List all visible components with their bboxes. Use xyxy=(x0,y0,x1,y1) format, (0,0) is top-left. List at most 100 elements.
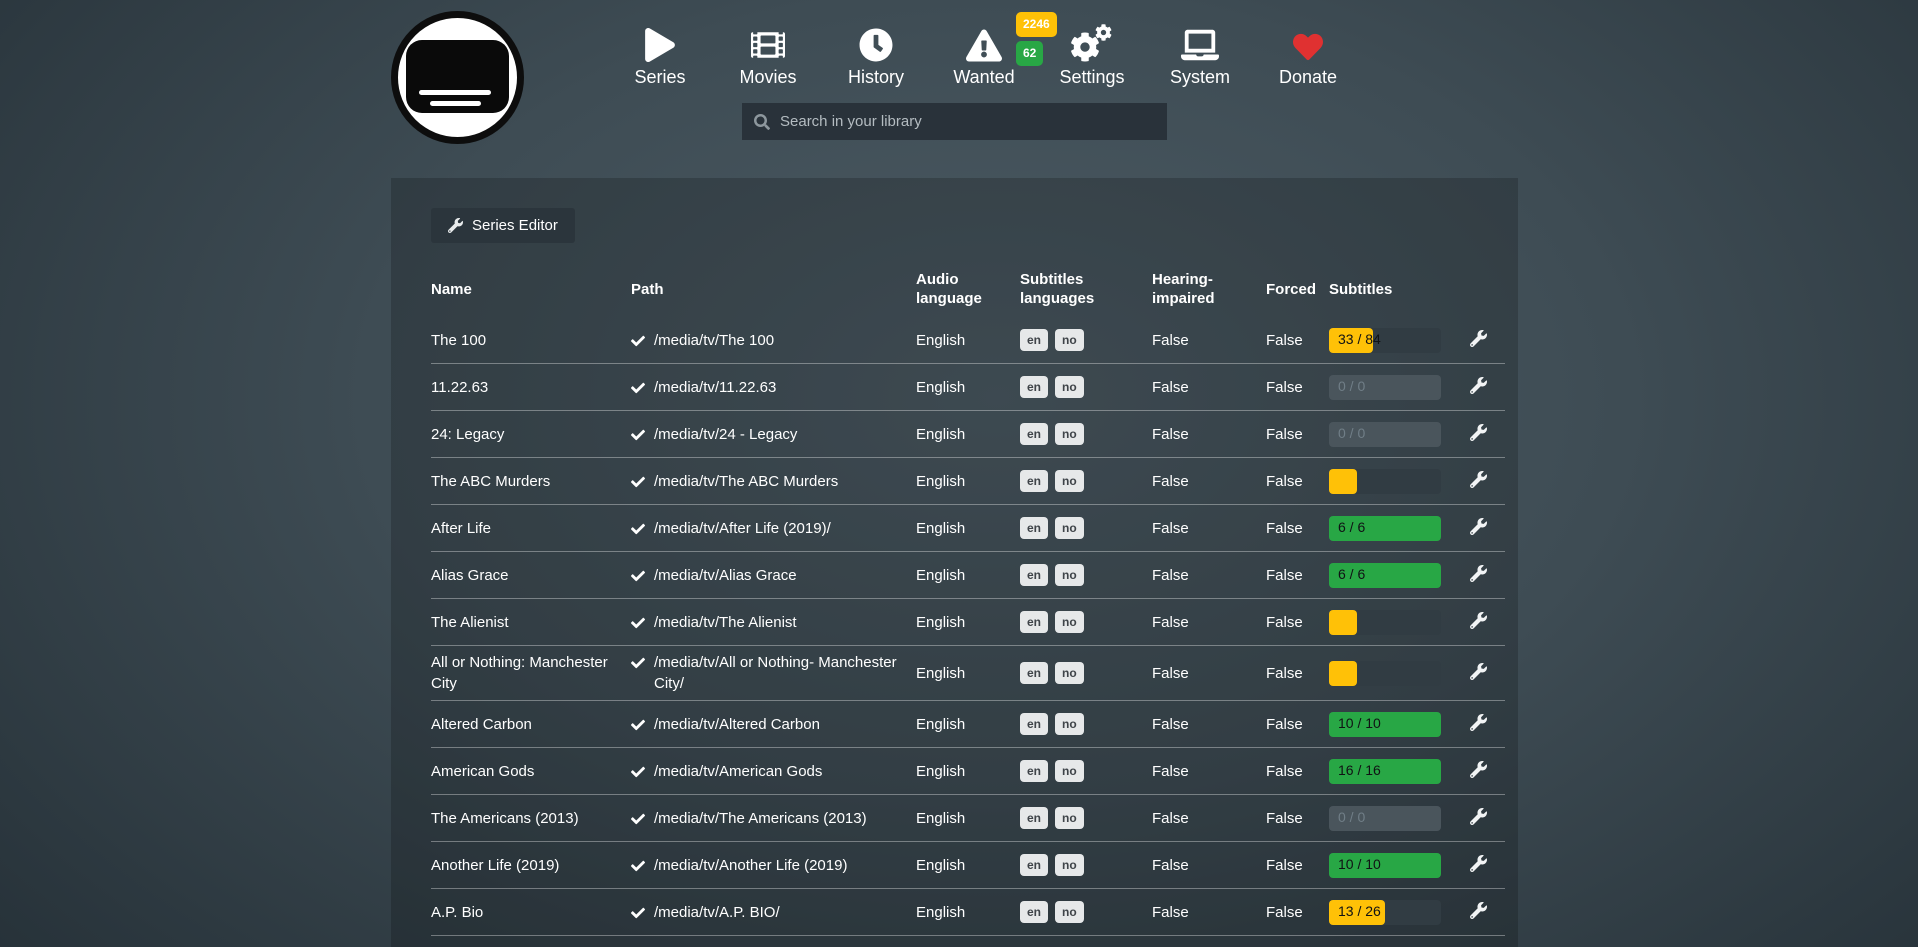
wanted-count-badge-secondary: 62 xyxy=(1016,41,1043,66)
subtitles-progress-cell: 10 / 10 xyxy=(1329,853,1459,878)
column-header-path: Path xyxy=(631,281,916,300)
subtitles-progress-cell: 6 / 6 xyxy=(1329,516,1459,541)
series-name-link[interactable]: The Alienist xyxy=(431,612,631,633)
series-path-cell: /media/tv/24 - Legacy xyxy=(631,424,916,445)
table-row: American Gods /media/tv/American Gods En… xyxy=(431,748,1505,795)
hearing-impaired-value: False xyxy=(1152,855,1266,876)
series-name-link[interactable]: A.P. Bio xyxy=(431,902,631,923)
table-header-row: Name Path Audio language Subtitles langu… xyxy=(431,263,1505,317)
hearing-impaired-value: False xyxy=(1152,663,1266,684)
edit-series-button[interactable] xyxy=(1466,659,1491,687)
table-row: Altered Carbon /media/tv/Altered Carbon … xyxy=(431,701,1505,748)
hearing-impaired-value: False xyxy=(1152,424,1266,445)
series-path: /media/tv/Another Life (2019) xyxy=(654,855,847,876)
actions-cell xyxy=(1459,420,1505,448)
edit-series-button[interactable] xyxy=(1466,420,1491,448)
progress-label: 13 / 26 xyxy=(1338,902,1381,922)
wrench-icon xyxy=(1470,565,1487,582)
progress-label: 6 / 6 xyxy=(1338,518,1365,538)
progress-label: 6 / 6 xyxy=(1338,565,1365,585)
bazarr-logo[interactable] xyxy=(391,11,524,144)
series-name-link[interactable]: 24: Legacy xyxy=(431,424,631,445)
subtitles-progress xyxy=(1329,469,1441,494)
forced-value: False xyxy=(1266,714,1329,735)
nav-label: Wanted xyxy=(953,67,1014,88)
subtitles-languages: enno xyxy=(1020,329,1152,351)
column-header-subtitles: Subtitles xyxy=(1329,281,1459,300)
series-name-link[interactable]: The 100 xyxy=(431,330,631,351)
series-name-link[interactable]: Altered Carbon xyxy=(431,714,631,735)
language-badge: en xyxy=(1020,329,1048,351)
subtitles-progress: 6 / 6 xyxy=(1329,516,1441,541)
series-path: /media/tv/24 - Legacy xyxy=(654,424,797,445)
column-header-hearing-impaired: Hearing-impaired xyxy=(1152,271,1266,309)
subtitles-languages: enno xyxy=(1020,470,1152,492)
subtitles-progress xyxy=(1329,661,1441,686)
series-name-link[interactable]: The Americans (2013) xyxy=(431,808,631,829)
edit-series-button[interactable] xyxy=(1466,608,1491,636)
actions-cell xyxy=(1459,710,1505,738)
subtitles-progress-cell: 6 / 6 xyxy=(1329,563,1459,588)
check-icon xyxy=(631,475,645,489)
hearing-impaired-value: False xyxy=(1152,714,1266,735)
nav-item-movies[interactable]: Movies xyxy=(714,20,822,88)
edit-series-button[interactable] xyxy=(1466,561,1491,589)
series-path: /media/tv/Altered Carbon xyxy=(654,714,820,735)
edit-series-button[interactable] xyxy=(1466,326,1491,354)
nav-item-system[interactable]: System xyxy=(1146,20,1254,88)
language-badge: en xyxy=(1020,807,1048,829)
hearing-impaired-value: False xyxy=(1152,471,1266,492)
film-icon xyxy=(751,20,785,62)
search-input[interactable] xyxy=(780,113,1155,130)
edit-series-button[interactable] xyxy=(1466,851,1491,879)
language-badge: no xyxy=(1055,470,1084,492)
hearing-impaired-value: False xyxy=(1152,377,1266,398)
series-path: /media/tv/The Alienist xyxy=(654,612,797,633)
series-name-link[interactable]: All or Nothing: Manchester City xyxy=(431,652,631,694)
edit-series-button[interactable] xyxy=(1466,804,1491,832)
edit-series-button[interactable] xyxy=(1466,514,1491,542)
series-editor-button[interactable]: Series Editor xyxy=(431,208,575,243)
column-header-forced: Forced xyxy=(1266,281,1329,300)
check-icon xyxy=(631,381,645,395)
series-name-link[interactable]: Another Life (2019) xyxy=(431,855,631,876)
series-name-link[interactable]: Alias Grace xyxy=(431,565,631,586)
series-panel: Series Editor Name Path Audio language S… xyxy=(391,178,1518,947)
table-row: All or Nothing: Manchester City /media/t… xyxy=(431,646,1505,701)
edit-series-button[interactable] xyxy=(1466,757,1491,785)
wanted-badges: 2246 62 xyxy=(1016,12,1057,66)
nav-item-series[interactable]: Series xyxy=(606,20,714,88)
hearing-impaired-value: False xyxy=(1152,612,1266,633)
edit-series-button[interactable] xyxy=(1466,373,1491,401)
forced-value: False xyxy=(1266,377,1329,398)
language-badge: no xyxy=(1055,329,1084,351)
edit-series-button[interactable] xyxy=(1466,898,1491,926)
series-name-link[interactable]: The ABC Murders xyxy=(431,471,631,492)
series-path-cell: /media/tv/A.P. BIO/ xyxy=(631,902,916,923)
nav-item-history[interactable]: History xyxy=(822,20,930,88)
series-name-link[interactable]: American Gods xyxy=(431,761,631,782)
actions-cell xyxy=(1459,659,1505,687)
play-icon xyxy=(645,20,675,62)
progress-label: 0 / 0 xyxy=(1338,377,1365,397)
subtitles-progress xyxy=(1329,610,1441,635)
subtitles-progress: 10 / 10 xyxy=(1329,853,1441,878)
subtitles-progress: 33 / 84 xyxy=(1329,328,1441,353)
nav-item-donate[interactable]: Donate xyxy=(1254,20,1362,88)
series-name-link[interactable]: After Life xyxy=(431,518,631,539)
forced-value: False xyxy=(1266,612,1329,633)
edit-series-button[interactable] xyxy=(1466,710,1491,738)
nav-item-wanted[interactable]: 2246 62 Wanted xyxy=(930,20,1038,88)
check-icon xyxy=(631,859,645,873)
language-badge: no xyxy=(1055,376,1084,398)
language-badge: no xyxy=(1055,713,1084,735)
actions-cell xyxy=(1459,467,1505,495)
series-name-link[interactable]: 11.22.63 xyxy=(431,377,631,398)
language-badge: no xyxy=(1055,564,1084,586)
language-badge: no xyxy=(1055,517,1084,539)
edit-series-button[interactable] xyxy=(1466,467,1491,495)
series-path: /media/tv/All or Nothing- Manchester Cit… xyxy=(654,652,902,694)
wrench-icon xyxy=(1470,663,1487,680)
forced-value: False xyxy=(1266,808,1329,829)
progress-fill xyxy=(1329,661,1357,686)
